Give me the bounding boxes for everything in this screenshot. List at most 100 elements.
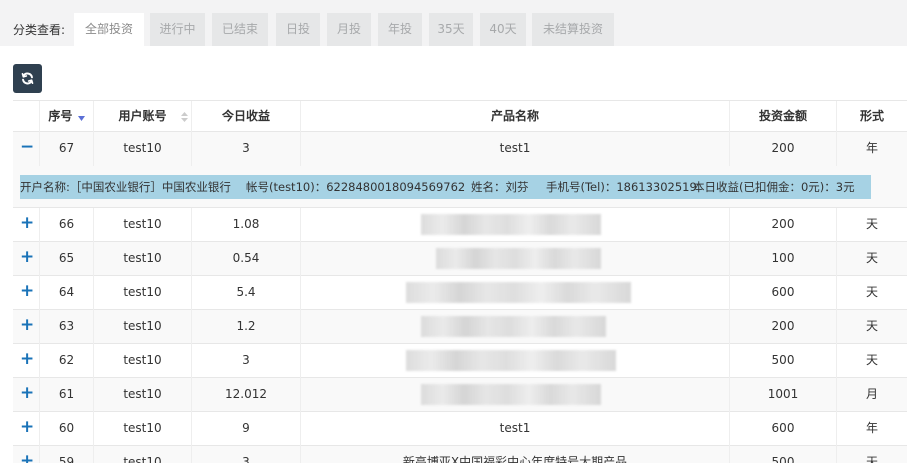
sort-both-icon bbox=[181, 112, 188, 122]
cell-product bbox=[300, 242, 729, 276]
cell-index: 61 bbox=[39, 378, 93, 412]
redacted-product-name bbox=[406, 282, 631, 303]
cell-income: 5.4 bbox=[191, 276, 300, 310]
sort-desc-icon bbox=[77, 116, 85, 121]
header-income[interactable]: 今日收益 bbox=[191, 101, 300, 133]
redacted-product-name bbox=[436, 248, 601, 269]
tab-unsettled[interactable]: 未结算投资 bbox=[532, 13, 614, 46]
cell-form: 天 bbox=[836, 208, 907, 242]
cell-account: test10 bbox=[93, 412, 191, 446]
expand-icon[interactable]: + bbox=[13, 310, 39, 344]
tab-in-progress[interactable]: 进行中 bbox=[150, 13, 205, 46]
cell-form: 年 bbox=[836, 412, 907, 446]
cell-form: 天 bbox=[836, 446, 907, 463]
cell-form: 天 bbox=[836, 242, 907, 276]
header-account-label: 用户账号 bbox=[118, 109, 167, 123]
cell-index: 67 bbox=[39, 132, 93, 166]
cell-amount: 1001 bbox=[729, 378, 836, 412]
redacted-product-name bbox=[406, 350, 616, 371]
table-row[interactable]: + 66 test10 1.08 200 天 bbox=[13, 208, 907, 242]
cell-income: 9 bbox=[191, 412, 300, 446]
cell-index: 62 bbox=[39, 344, 93, 378]
cell-product bbox=[300, 208, 729, 242]
detail-account-number: 帐号(test10)：6228480018094569762 bbox=[246, 180, 466, 194]
cell-income: 0.54 bbox=[191, 242, 300, 276]
detail-holder-name: 姓名：刘芬 bbox=[471, 180, 529, 194]
cell-account: test10 bbox=[93, 378, 191, 412]
expand-icon[interactable]: + bbox=[13, 446, 39, 463]
tab-40-days[interactable]: 40天 bbox=[480, 13, 526, 46]
tab-daily[interactable]: 日投 bbox=[276, 13, 320, 46]
tab-all-investments[interactable]: 全部投资 bbox=[74, 13, 144, 46]
row-detail-panel: 开户名称:［中国农业银行］中国农业银行 帐号(test10)：622848001… bbox=[20, 175, 871, 199]
cell-amount: 200 bbox=[729, 132, 836, 166]
cell-index: 64 bbox=[39, 276, 93, 310]
tab-monthly[interactable]: 月投 bbox=[327, 13, 371, 46]
table-row[interactable]: + 61 test10 12.012 1001 月 bbox=[13, 378, 907, 412]
cell-account: test10 bbox=[93, 242, 191, 276]
header-product[interactable]: 产品名称 bbox=[300, 101, 729, 133]
cell-index: 66 bbox=[39, 208, 93, 242]
expand-icon[interactable]: + bbox=[13, 276, 39, 310]
cell-income: 12.012 bbox=[191, 378, 300, 412]
expand-icon[interactable]: + bbox=[13, 242, 39, 276]
cell-amount: 600 bbox=[729, 276, 836, 310]
cell-form: 年 bbox=[836, 132, 907, 166]
cell-amount: 500 bbox=[729, 446, 836, 463]
cell-index: 59 bbox=[39, 446, 93, 463]
cell-product: test1 bbox=[300, 412, 729, 446]
refresh-button[interactable] bbox=[13, 64, 42, 93]
filter-label: 分类查看: bbox=[13, 23, 66, 37]
expand-icon[interactable]: + bbox=[13, 344, 39, 378]
detail-income: 本日收益(已扣佣金：0元)：3元 bbox=[693, 180, 855, 194]
cell-account: test10 bbox=[93, 446, 191, 463]
table-row[interactable]: + 63 test10 1.2 200 天 bbox=[13, 310, 907, 344]
cell-account: test10 bbox=[93, 132, 191, 166]
detail-phone: 手机号(Tel)：18613302519 bbox=[546, 180, 697, 194]
header-toggle bbox=[13, 101, 39, 133]
cell-income: 3 bbox=[191, 344, 300, 378]
cell-index: 63 bbox=[39, 310, 93, 344]
cell-account: test10 bbox=[93, 310, 191, 344]
redacted-product-name bbox=[421, 214, 601, 235]
table-row[interactable]: + 62 test10 3 500 天 bbox=[13, 344, 907, 378]
cell-product bbox=[300, 310, 729, 344]
header-account[interactable]: 用户账号 bbox=[93, 101, 191, 133]
table-row[interactable]: + 59 test10 3 新高博亚X中国福彩中心年度特号大期产品 500 天 bbox=[13, 446, 907, 463]
cell-amount: 600 bbox=[729, 412, 836, 446]
cell-form: 天 bbox=[836, 344, 907, 378]
cell-product: test1 bbox=[300, 132, 729, 166]
tab-yearly[interactable]: 年投 bbox=[378, 13, 422, 46]
cell-income: 3 bbox=[191, 132, 300, 166]
table-row[interactable]: + 64 test10 5.4 600 天 bbox=[13, 276, 907, 310]
cell-income: 1.2 bbox=[191, 310, 300, 344]
cell-amount: 200 bbox=[729, 208, 836, 242]
table-row[interactable]: + 65 test10 0.54 100 天 bbox=[13, 242, 907, 276]
refresh-icon bbox=[21, 72, 34, 85]
expand-icon[interactable]: + bbox=[13, 378, 39, 412]
cell-index: 60 bbox=[39, 412, 93, 446]
cell-form: 天 bbox=[836, 310, 907, 344]
cell-amount: 500 bbox=[729, 344, 836, 378]
cell-account: test10 bbox=[93, 344, 191, 378]
redacted-product-name bbox=[421, 316, 606, 337]
cell-income: 1.08 bbox=[191, 208, 300, 242]
collapse-icon[interactable]: − bbox=[13, 132, 39, 166]
cell-form: 月 bbox=[836, 378, 907, 412]
cell-product bbox=[300, 276, 729, 310]
header-amount[interactable]: 投资金额 bbox=[729, 101, 836, 133]
header-index-label: 序号 bbox=[48, 109, 73, 123]
table-row[interactable]: + 60 test10 9 test1 600 年 bbox=[13, 412, 907, 446]
cell-amount: 100 bbox=[729, 242, 836, 276]
expand-icon[interactable]: + bbox=[13, 208, 39, 242]
cell-amount: 200 bbox=[729, 310, 836, 344]
header-index[interactable]: 序号 bbox=[39, 101, 93, 133]
tab-35-days[interactable]: 35天 bbox=[429, 13, 473, 46]
expand-icon[interactable]: + bbox=[13, 412, 39, 446]
cell-index: 65 bbox=[39, 242, 93, 276]
table-header: 序号 用户账号 今日收益 产品名称 投资金额 形式 bbox=[13, 100, 907, 133]
tab-ended[interactable]: 已结束 bbox=[212, 13, 268, 46]
cell-product bbox=[300, 378, 729, 412]
header-form[interactable]: 形式 bbox=[836, 101, 907, 133]
cell-account: test10 bbox=[93, 276, 191, 310]
